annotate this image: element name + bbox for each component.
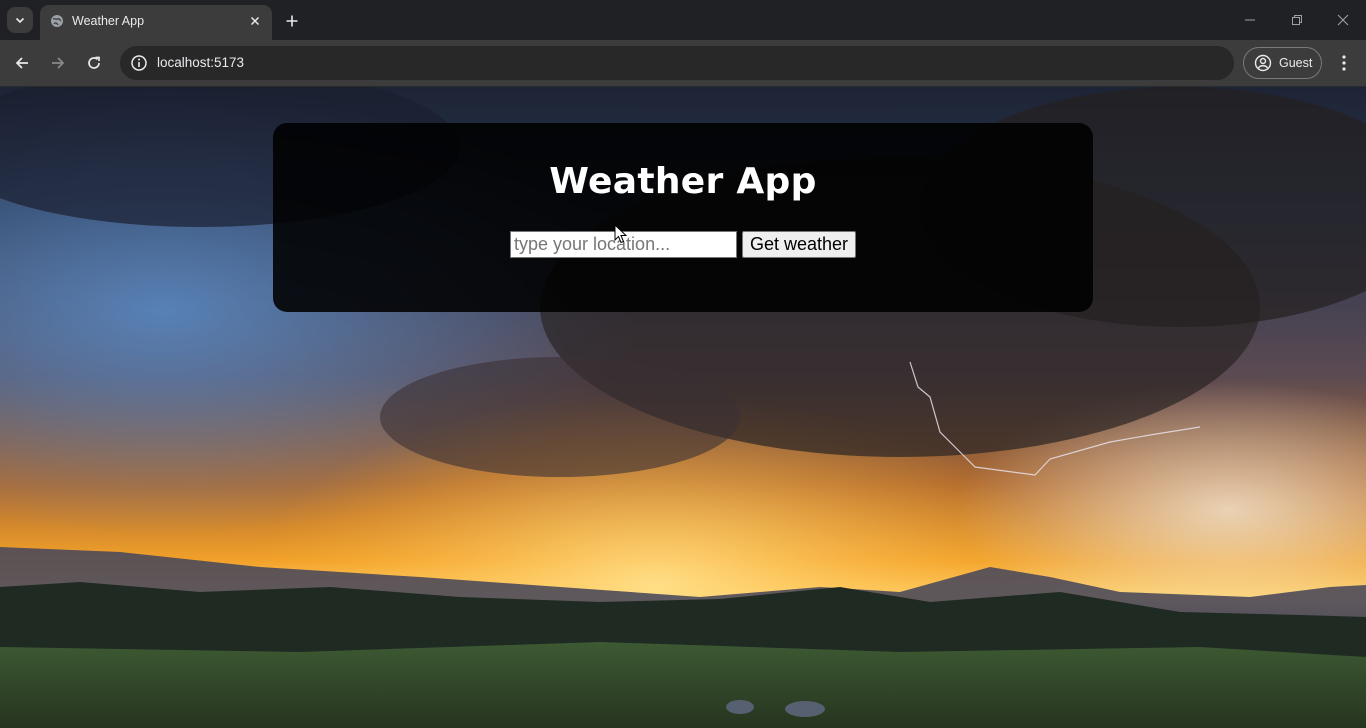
minimize-icon <box>1245 19 1255 21</box>
browser-toolbar: localhost:5173 Guest <box>0 40 1366 87</box>
close-window-button[interactable] <box>1331 8 1355 32</box>
back-button[interactable] <box>10 51 34 75</box>
active-tab[interactable]: Weather App <box>40 5 272 40</box>
page-title: Weather App <box>549 161 817 202</box>
browser-menu-button[interactable] <box>1332 51 1356 75</box>
url-text[interactable]: localhost:5173 <box>157 55 244 70</box>
forward-button[interactable] <box>46 51 70 75</box>
profile-label: Guest <box>1279 56 1313 70</box>
weather-search-card: Weather App Get weather <box>273 123 1093 312</box>
new-tab-button[interactable] <box>280 9 304 33</box>
page-viewport: Weather App Get weather <box>0 87 1366 728</box>
plus-icon <box>286 15 298 27</box>
tab-search-button[interactable] <box>7 7 33 33</box>
reload-button[interactable] <box>82 51 106 75</box>
restore-button[interactable] <box>1285 8 1309 32</box>
get-weather-button[interactable]: Get weather <box>742 231 856 258</box>
globe-icon <box>51 15 63 27</box>
close-tab-button[interactable] <box>246 12 264 30</box>
close-icon <box>1337 14 1349 26</box>
tab-title: Weather App <box>72 14 145 28</box>
restore-icon <box>1292 15 1302 25</box>
info-icon[interactable] <box>130 54 148 72</box>
arrow-right-icon <box>52 57 65 69</box>
mouse-cursor-icon <box>614 224 628 244</box>
close-icon <box>250 16 260 26</box>
reload-icon <box>88 56 100 69</box>
profile-button[interactable]: Guest <box>1243 47 1322 79</box>
minimize-button[interactable] <box>1238 8 1262 32</box>
address-bar[interactable]: localhost:5173 <box>120 46 1234 80</box>
browser-tab-strip: Weather App <box>0 0 1366 40</box>
chevron-down-icon <box>15 17 25 24</box>
arrow-left-icon <box>15 57 28 69</box>
kebab-menu-icon <box>1342 55 1346 71</box>
person-icon <box>1254 54 1272 72</box>
